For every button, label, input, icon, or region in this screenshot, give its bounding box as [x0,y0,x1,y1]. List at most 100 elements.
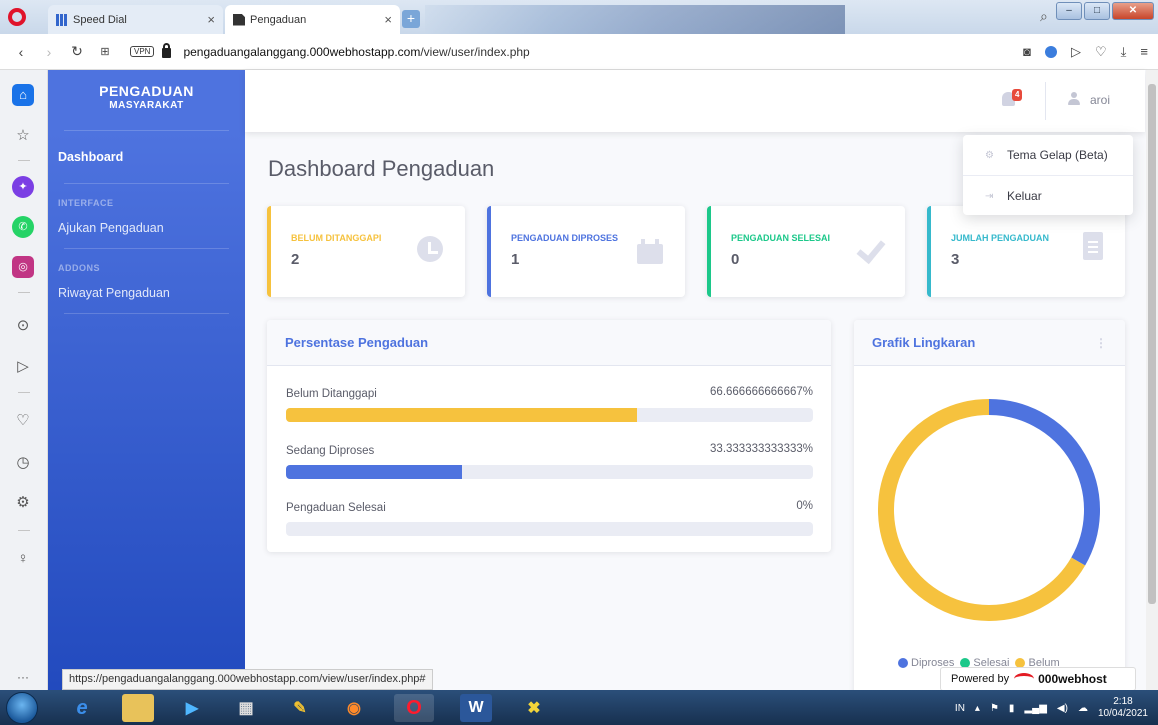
sidebar-item-riwayat-pengaduan[interactable]: Riwayat Pengaduan [48,273,245,313]
notification-badge: 4 [1012,89,1023,101]
language-indicator[interactable]: IN [955,703,965,714]
tab-speed-dial[interactable]: Speed Dial × [48,5,223,34]
divider [18,160,30,161]
camera-icon[interactable]: ◙ [1023,44,1031,59]
close-icon[interactable]: × [207,12,215,27]
internet-explorer-icon[interactable]: e [62,694,102,722]
lock-icon[interactable] [162,42,172,58]
instagram-icon[interactable]: ◎ [12,256,34,278]
lightbulb-icon[interactable]: ♀ [12,548,34,570]
url-field[interactable]: pengaduangalanggang.000webhostapp.com/vi… [183,45,529,59]
more-vertical-icon[interactable]: ⋮ [1095,336,1107,350]
minimize-button[interactable]: – [1056,2,1082,20]
divider [18,292,30,293]
donut-slice-belum[interactable] [878,399,1086,621]
media-player-icon[interactable]: ▶ [172,694,212,722]
word-icon[interactable]: W [460,694,492,722]
donut-slice-diproses[interactable] [988,399,1100,566]
dropdown-item-logout[interactable]: ⇥ Keluar [963,176,1133,216]
vpn-badge[interactable]: VPN [130,46,155,57]
sidebar-item-ajukan-pengaduan[interactable]: Ajukan Pengaduan [48,208,245,248]
stat-label: BELUM DITANGGAPI [291,233,382,243]
sidebar-item-dashboard[interactable]: Dashboard [48,131,245,183]
tab-bar-background [425,5,845,34]
send-icon[interactable]: ▷ [12,356,34,378]
sidebar-heading-addons: ADDONS [58,263,101,273]
forward-icon[interactable]: › [42,44,56,60]
more-icon[interactable]: ··· [12,666,34,688]
stat-value: 0 [731,251,740,268]
network-icon[interactable]: ▮ [1009,703,1015,714]
user-name[interactable]: aroi [1090,93,1110,107]
volume-icon[interactable]: ◀) [1057,703,1068,714]
download-icon[interactable]: ⤓ [1121,44,1127,60]
reload-icon[interactable]: ↻ [70,43,84,60]
back-icon[interactable]: ‹ [14,44,28,60]
tray-expand-icon[interactable]: ▴ [975,703,980,714]
heart-icon[interactable]: ♡ [12,410,34,432]
opera-sidebar: ⌂ ☆ ✦ ✆ ◎ ⊙ ▷ ♡ ◷ ⚙ ♀ ··· [0,70,48,690]
card-title: Grafik Lingkaran [872,335,976,350]
user-dropdown: ⚙ Tema Gelap (Beta) ⇥ Keluar [963,135,1133,215]
progress-value: 33.333333333333% [710,443,813,455]
opera-logo-icon[interactable] [8,8,26,26]
history-icon[interactable]: ◷ [12,452,34,474]
stat-card-pengaduan-diproses: PENGADUAN DIPROSES 1 [487,206,685,297]
stat-value: 2 [291,251,300,268]
divider [18,530,30,531]
flag-icon[interactable]: ⚑ [990,703,999,714]
new-tab-button[interactable]: + [402,10,420,28]
heart-icon[interactable]: ♡ [1095,44,1107,60]
clock-time: 2:18 [1113,696,1133,707]
archive-app-icon[interactable]: ▦ [226,694,266,722]
taskbar-clock[interactable]: 2:18 10/04/2021 [1098,696,1148,720]
page-icon [233,13,245,26]
progress-value: 0% [796,500,813,512]
stat-card-belum-ditanggapi: BELUM DITANGGAPI 2 [267,206,465,297]
file-explorer-icon[interactable] [122,694,154,722]
sidebar: PENGADUAN MASYARAKAT Dashboard INTERFACE… [48,70,245,690]
powered-by-banner[interactable]: Powered by 000webhost [940,667,1136,691]
card-header: Grafik Lingkaran ⋮ [854,320,1125,366]
card-title: Persentase Pengaduan [267,320,831,366]
user-icon[interactable] [1068,92,1080,105]
player-icon[interactable]: ⊙ [12,315,34,337]
pen-app-icon[interactable]: ✎ [280,694,320,722]
page-scrollbar[interactable] [1146,70,1158,690]
uc-browser-icon[interactable]: ◉ [334,694,374,722]
card-grafik-lingkaran: Grafik Lingkaran ⋮ Diproses Selesai Belum [854,320,1125,700]
sidebar-brand[interactable]: PENGADUAN MASYARAKAT [48,70,245,130]
legend-swatch [898,658,908,668]
home-icon[interactable]: ⌂ [12,84,34,106]
url-path: /view/user/index.php [420,44,530,59]
address-bar-tools: ◙ ▷ ♡ ⤓ ≡ [1023,44,1148,60]
signal-icon[interactable]: ▂▄▆ [1024,703,1046,714]
stat-card-pengaduan-selesai: PENGADUAN SELESAI 0 [707,206,905,297]
close-icon[interactable]: × [384,12,392,27]
opera-taskbar-icon[interactable]: O [394,694,434,722]
progress-label: Pengaduan Selesai [286,502,386,514]
sidebar-heading-interface: INTERFACE [58,198,114,208]
search-tabs-icon[interactable]: ⌕ [1040,8,1048,25]
stat-label: PENGADUAN DIPROSES [511,233,619,243]
clock-date: 10/04/2021 [1097,708,1148,719]
xampp-icon[interactable]: ✖ [514,694,554,722]
maximize-button[interactable]: □ [1084,2,1110,20]
send-icon[interactable]: ▷ [1071,44,1081,60]
dropdown-item-theme[interactable]: ⚙ Tema Gelap (Beta) [963,135,1133,175]
cloud-icon[interactable]: ☁ [1078,703,1088,714]
close-window-button[interactable]: ✕ [1112,2,1154,20]
messenger-icon[interactable]: ✦ [12,176,34,198]
grid-icon[interactable]: ⊞ [98,45,112,58]
speed-dial-icon [56,13,68,26]
star-icon[interactable]: ☆ [12,125,34,147]
topbar-divider [1045,82,1046,120]
start-button[interactable] [6,692,38,724]
scrollbar-thumb[interactable] [1148,84,1156,604]
shield-icon[interactable] [1045,45,1057,58]
menu-icon[interactable]: ≡ [1140,44,1148,59]
whatsapp-icon[interactable]: ✆ [12,216,34,238]
settings-icon[interactable]: ⚙ [12,492,34,514]
sign-out-icon: ⇥ [985,190,994,202]
tab-pengaduan[interactable]: Pengaduan × [225,5,400,34]
